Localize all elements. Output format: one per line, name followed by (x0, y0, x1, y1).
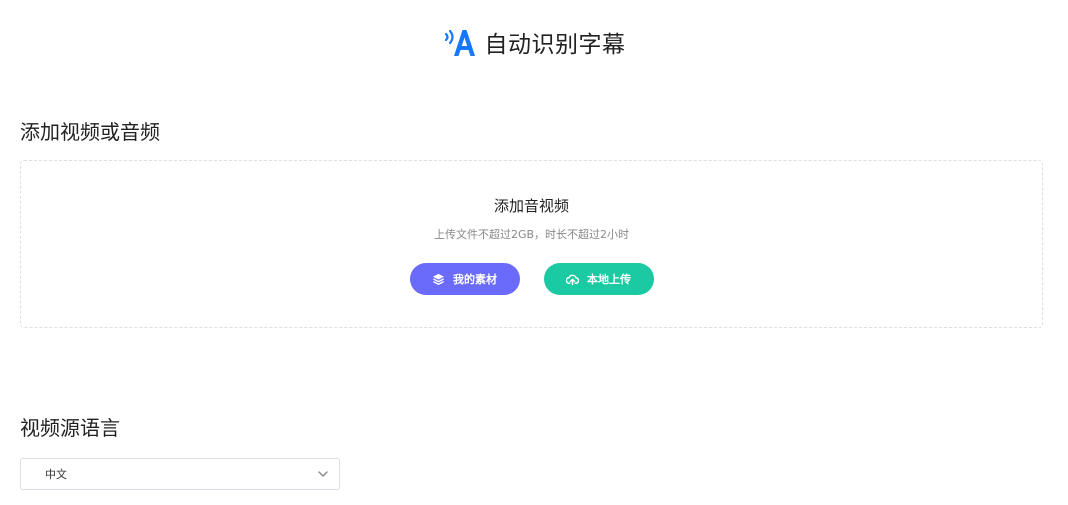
source-language-value: 中文 (45, 468, 67, 481)
speech-a-icon (443, 25, 477, 59)
chevron-down-icon (317, 468, 329, 480)
source-language-select[interactable]: 中文 (20, 458, 340, 490)
page: 自动识别字幕 添加视频或音频 添加音视频 上传文件不超过2GB，时长不超过2小时… (0, 0, 1068, 505)
my-materials-button[interactable]: 我的素材 (409, 263, 520, 295)
brand: 自动识别字幕 (443, 25, 626, 59)
upload-hint: 上传文件不超过2GB，时长不超过2小时 (433, 228, 630, 241)
local-upload-label: 本地上传 (587, 273, 631, 286)
page-title: 自动识别字幕 (484, 32, 626, 58)
cloud-upload-icon (566, 273, 579, 286)
language-section-title: 视频源语言 (20, 416, 120, 440)
layers-icon (432, 273, 445, 286)
upload-heading: 添加音视频 (493, 197, 569, 215)
header: 自动识别字幕 (0, 22, 1068, 62)
upload-section-title: 添加视频或音频 (20, 120, 160, 144)
my-materials-label: 我的素材 (453, 273, 497, 286)
local-upload-button[interactable]: 本地上传 (543, 263, 654, 295)
upload-button-row: 我的素材 本地上传 (409, 263, 654, 295)
upload-dropzone[interactable]: 添加音视频 上传文件不超过2GB，时长不超过2小时 我的素材 本地上传 (20, 160, 1043, 328)
